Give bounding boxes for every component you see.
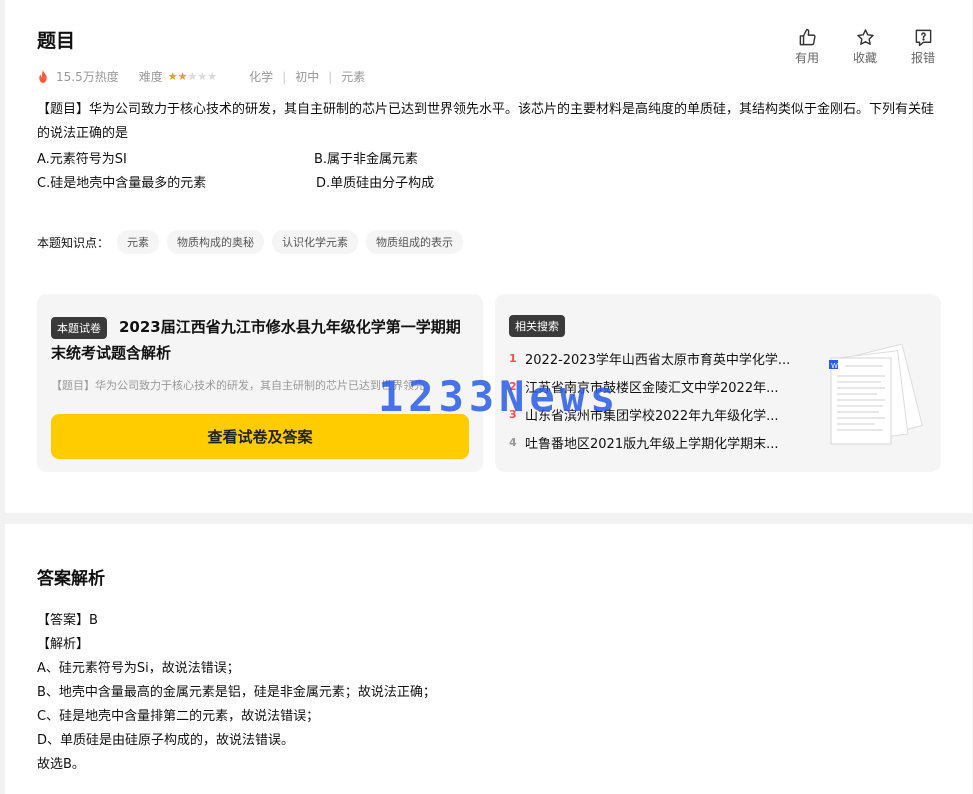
related-search-panel: 相关搜索 1 2022-2023学年山西省太原市育英中学化学... 2 江苏省南… [495,294,941,472]
related-item[interactable]: 4 吐鲁番地区2021版九年级上学期化学期末... [509,428,809,456]
svg-text:W: W [831,362,838,370]
paper-snippet: 【题目】华为公司致力于核心技术的研发，其自主研制的芯片已达到世界领先 [51,379,425,392]
answer-heading: 答案解析 [37,569,105,589]
rank-number: 2 [509,379,517,393]
source-paper-panel: 2023届江西省九江市修水县九年级化学第一学期期末统考试题含解析 本题试卷 【题… [37,294,483,472]
report-label: 报错 [910,51,935,65]
answer-line: 【答案】B [37,613,98,628]
rank-number: 1 [509,351,517,365]
star-filled-icon: ★ [177,70,188,83]
related-item-title: 江苏省南京市鼓楼区金陵汇文中学2022年... [525,380,779,396]
related-item-title: 吐鲁番地区2021版九年级上学期化学期末... [525,436,779,452]
answer-card: 答案解析 【答案】B 【解析】 A、硅元素符号为Si，故说法错误； B、地壳中含… [5,524,972,794]
difficulty-label: 难度 [138,70,163,84]
useful-button[interactable]: 有用 [778,28,836,66]
meta-divider: | [282,69,287,84]
option-d: D.单质硅由分子构成 [316,176,435,191]
grade-tag: 初中 [295,70,320,84]
question-meta: 15.5万热度 难度 ★★★★★ 化学 | 初中 | 元素 [37,68,365,85]
related-badge: 相关搜索 [509,315,565,337]
star-icon [856,29,874,45]
knowledge-tag[interactable]: 物质组成的表示 [366,230,464,254]
related-item-title: 2022-2023学年山西省太原市育英中学化学... [525,352,791,368]
star-empty-icon: ★ [187,70,198,83]
option-c: C.硅是地壳中含量最多的元素 [37,176,207,191]
star-empty-icon: ★ [207,70,218,83]
answer-line: 故选B。 [37,757,85,772]
answer-line: C、硅是地壳中含量排第二的元素，故说法错误； [37,709,320,724]
answer-line: B、地壳中含量最高的金属元素是铝，硅是非金属元素；故说法正确； [37,685,436,700]
thumbs-up-icon [799,28,816,46]
meta-divider: | [328,69,333,84]
subject-tag: 化学 [249,70,274,84]
answer-line: A、硅元素符号为Si，故说法错误； [37,661,240,676]
rank-number: 4 [509,435,517,449]
star-filled-icon: ★ [167,70,178,83]
option-b: B.属于非金属元素 [314,152,419,167]
related-item[interactable]: 2 江苏省南京市鼓楼区金陵汇文中学2022年... [509,372,809,400]
question-text: 【题目】华为公司致力于核心技术的研发，其自主研制的芯片已达到世界领先水平。该芯片… [37,102,935,141]
report-icon [915,29,931,47]
answer-body: 【答案】B 【解析】 A、硅元素符号为Si，故说法错误； B、地壳中含量最高的金… [37,609,436,777]
paper-title[interactable]: 2023届江西省九江市修水县九年级化学第一学期期末统考试题含解析 [51,314,471,366]
difficulty-stars: ★★★★★ [168,70,217,83]
favorite-label: 收藏 [852,51,877,65]
heat-count: 15.5万热度 [56,70,119,84]
related-item[interactable]: 1 2022-2023学年山西省太原市育英中学化学... [509,344,809,372]
option-a: A.元素符号为SI [37,152,127,167]
question-heading: 题目 [37,30,76,52]
answer-line: 【解析】 [37,637,90,652]
knowledge-label: 本题知识点： [37,235,110,250]
fire-icon [39,70,47,83]
star-empty-icon: ★ [197,70,208,83]
view-paper-answer-button[interactable]: 查看试卷及答案 [51,414,469,459]
topic-tag: 元素 [341,70,366,84]
question-card: 题目 有用 收藏 报错 15.5万热度 难度 ★★★★★ 化学 | 初中 | 元… [5,0,972,513]
question-actions: 有用 收藏 报错 [778,28,952,66]
knowledge-tag[interactable]: 物质构成的奥秘 [167,230,265,254]
knowledge-tag[interactable]: 认识化学元素 [272,230,359,254]
report-button[interactable]: 报错 [894,28,952,66]
knowledge-tag[interactable]: 元素 [117,230,160,254]
paper-badge: 本题试卷 [51,317,107,339]
related-item[interactable]: 3 山东省滨州市集团学校2022年九年级化学... [509,400,809,428]
related-list: 1 2022-2023学年山西省太原市育英中学化学... 2 江苏省南京市鼓楼区… [509,344,809,456]
favorite-button[interactable]: 收藏 [836,28,894,66]
useful-label: 有用 [794,51,819,65]
answer-line: D、单质硅是由硅原子构成的，故说法错误。 [37,733,295,748]
rank-number: 3 [509,407,517,421]
document-thumbnail-icon[interactable]: W [825,344,935,454]
knowledge-points: 本题知识点： 元素 物质构成的奥秘 认识化学元素 物质组成的表示 [37,230,464,254]
related-item-title: 山东省滨州市集团学校2022年九年级化学... [525,408,779,424]
